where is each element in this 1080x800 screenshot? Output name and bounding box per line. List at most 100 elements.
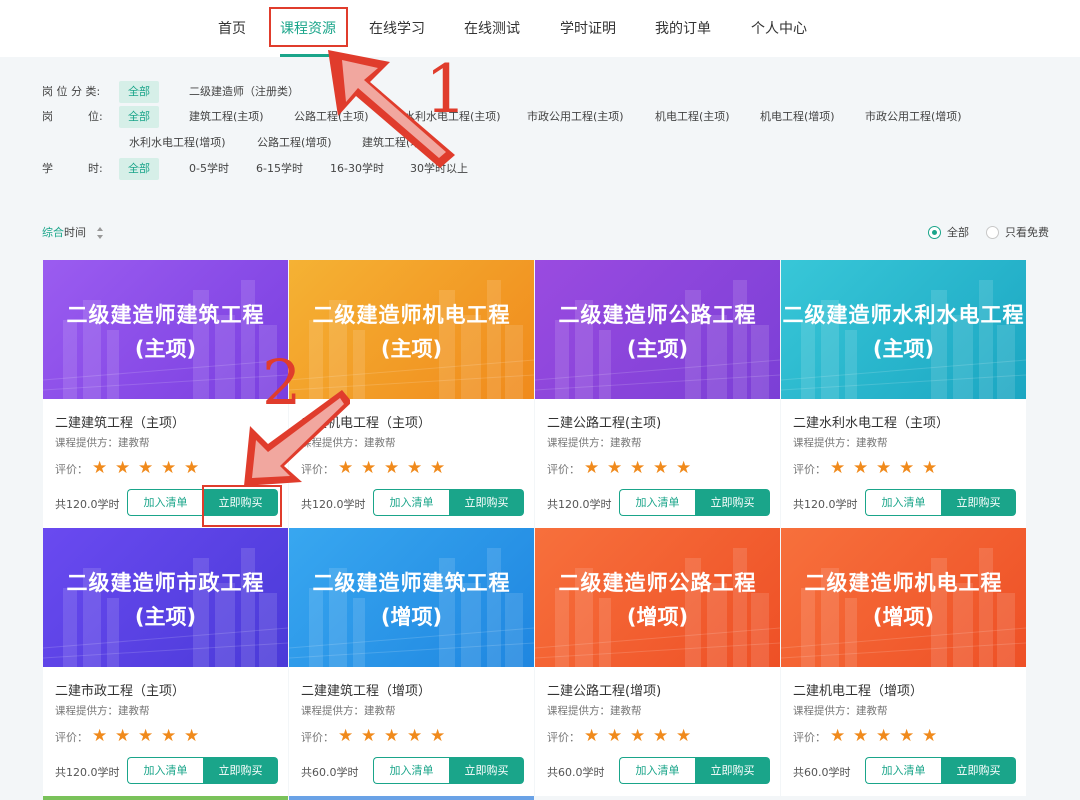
course-name[interactable]: 二建水利水电工程（主项）: [793, 412, 949, 431]
star-icon: ★: [407, 726, 423, 746]
filter-position-option[interactable]: 机电工程(主项): [655, 106, 730, 128]
add-to-list-button[interactable]: 加入清单: [127, 757, 203, 784]
star-icon: ★: [630, 458, 646, 478]
radio-selected-icon[interactable]: [928, 226, 941, 239]
course-card[interactable]: 二级建造师水利水电工程 (主项) 二建水利水电工程（主项） 课程提供方：建教帮 …: [781, 260, 1026, 528]
buy-now-button[interactable]: 立即购买: [941, 489, 1016, 516]
add-to-list-button[interactable]: 加入清单: [865, 757, 941, 784]
star-icon: ★: [138, 458, 154, 478]
course-name[interactable]: 二建公路工程(主项): [547, 412, 661, 431]
star-icon: ★: [430, 726, 446, 746]
nav-my-orders[interactable]: 我的订单: [655, 19, 711, 39]
nav-online-learning[interactable]: 在线学习: [369, 19, 425, 39]
provider-prefix: 课程提供方：: [55, 437, 118, 449]
course-banner[interactable]: 二级建造师建筑工程 (主项): [43, 260, 288, 399]
nav-personal-center[interactable]: 个人中心: [751, 19, 807, 39]
add-to-list-button[interactable]: 加入清单: [619, 757, 695, 784]
buy-now-button[interactable]: 立即购买: [449, 757, 524, 784]
filter-position-option[interactable]: 水利水电工程(增项): [129, 132, 226, 154]
filter-hours-all[interactable]: 全部: [119, 158, 159, 180]
filter-hours-label: 学 时:: [42, 162, 103, 175]
buy-now-button[interactable]: 立即购买: [203, 757, 278, 784]
banner-title: 二级建造师建筑工程: [66, 303, 265, 327]
star-icon: ★: [92, 726, 108, 746]
star-icon: ★: [361, 726, 377, 746]
add-to-list-button[interactable]: 加入清单: [619, 489, 695, 516]
nav-hours-certificate[interactable]: 学时证明: [560, 19, 616, 39]
filter-position-option[interactable]: 机电工程(增项): [760, 106, 835, 128]
rating-label: 评价：: [547, 463, 580, 476]
provider-prefix: 课程提供方：: [793, 437, 856, 449]
banner-subtitle: (主项): [134, 605, 197, 629]
course-banner[interactable]: 二级建造师水利水电工程 (主项): [781, 260, 1026, 399]
course-banner[interactable]: 二级建造师机电工程 (增项): [781, 528, 1026, 667]
filter-hours-option[interactable]: 6-15学时: [256, 158, 303, 180]
course-card[interactable]: 二级建造师公路工程 (增项) 二建公路工程(增项) 课程提供方：建教帮 评价： …: [535, 528, 780, 796]
course-name[interactable]: 二建建筑工程（主项）: [55, 412, 185, 431]
banner-title: 二级建造师公路工程: [558, 303, 757, 327]
filter-position-option[interactable]: 市政公用工程(增项): [865, 106, 962, 128]
star-icon: ★: [676, 458, 692, 478]
filter-category-all[interactable]: 全部: [119, 81, 159, 103]
star-icon: ★: [407, 458, 423, 478]
add-to-list-button[interactable]: 加入清单: [373, 757, 449, 784]
course-hours: 共60.0学时: [301, 766, 359, 779]
star-icon: ★: [430, 458, 446, 478]
course-card[interactable]: 二级建造师公路工程 (主项) 二建公路工程(主项) 课程提供方：建教帮 评价： …: [535, 260, 780, 528]
top-nav: 首页 课程资源 在线学习 在线测试 学时证明 我的订单 个人中心: [0, 0, 1080, 57]
provider-name: 建教帮: [364, 705, 396, 717]
banner-subtitle: (增项): [380, 605, 443, 629]
radio-unselected-icon[interactable]: [986, 226, 999, 239]
course-name[interactable]: 二建市政工程（主项）: [55, 680, 185, 699]
buy-now-button[interactable]: 立即购买: [941, 757, 1016, 784]
course-hours: 共120.0学时: [301, 498, 366, 511]
course-card[interactable]: 二级建造师机电工程 (增项) 二建机电工程（增项） 课程提供方：建教帮 评价： …: [781, 528, 1026, 796]
filter-position-all[interactable]: 全部: [119, 106, 159, 128]
filter-position-option[interactable]: 市政公用工程(主项): [527, 106, 624, 128]
star-icon: ★: [853, 726, 869, 746]
course-banner[interactable]: 二级建造师市政工程 (主项): [43, 528, 288, 667]
rating-label: 评价：: [547, 731, 580, 744]
add-to-list-button[interactable]: 加入清单: [373, 489, 449, 516]
buy-now-button[interactable]: 立即购买: [695, 757, 770, 784]
course-banner[interactable]: 二级建造师公路工程 (增项): [535, 528, 780, 667]
buy-now-button[interactable]: 立即购买: [695, 489, 770, 516]
course-hours: 共60.0学时: [793, 766, 851, 779]
course-provider: 课程提供方：建教帮: [55, 435, 150, 450]
add-to-list-button[interactable]: 加入清单: [865, 489, 941, 516]
sort-time[interactable]: 时间: [64, 226, 86, 239]
star-icon: ★: [92, 458, 108, 478]
course-name[interactable]: 二建公路工程(增项): [547, 680, 661, 699]
star-icon: ★: [138, 726, 154, 746]
buy-now-button[interactable]: 立即购买: [449, 489, 524, 516]
course-name[interactable]: 二建机电工程（增项）: [793, 680, 923, 699]
course-provider: 课程提供方：建教帮: [793, 703, 888, 718]
buy-highlight-box: [202, 485, 282, 527]
filter-category-option[interactable]: 二级建造师（注册类）: [189, 81, 299, 103]
nav-online-test[interactable]: 在线测试: [464, 19, 520, 39]
filter-position-option[interactable]: 建筑工程(主项): [189, 106, 264, 128]
sort-comprehensive[interactable]: 综合: [42, 226, 64, 239]
provider-prefix: 课程提供方：: [793, 705, 856, 717]
sort-control[interactable]: 综合时间: [42, 224, 86, 242]
filter-hours-option[interactable]: 0-5学时: [189, 158, 229, 180]
rating-label: 评价：: [55, 731, 88, 744]
course-card[interactable]: 二级建造师建筑工程 (增项) 二建建筑工程（增项） 课程提供方：建教帮 评价： …: [289, 528, 534, 796]
star-icon: ★: [584, 458, 600, 478]
banner-subtitle: (主项): [380, 337, 443, 361]
course-name[interactable]: 二建建筑工程（增项）: [301, 680, 431, 699]
star-icon: ★: [830, 458, 846, 478]
banner-subtitle: (增项): [626, 605, 689, 629]
course-hours: 共120.0学时: [793, 498, 858, 511]
add-to-list-button[interactable]: 加入清单: [127, 489, 203, 516]
course-banner[interactable]: 二级建造师公路工程 (主项): [535, 260, 780, 399]
provider-name: 建教帮: [856, 705, 888, 717]
course-card[interactable]: 二级建造师市政工程 (主项) 二建市政工程（主项） 课程提供方：建教帮 评价： …: [43, 528, 288, 796]
nav-home[interactable]: 首页: [218, 19, 246, 39]
banner-subtitle: (主项): [626, 337, 689, 361]
course-banner[interactable]: 二级建造师建筑工程 (增项): [289, 528, 534, 667]
sort-arrows-icon[interactable]: [96, 224, 104, 242]
annotation-arrow-down-icon: [244, 390, 350, 486]
star-icon: ★: [584, 726, 600, 746]
course-banner[interactable]: 二级建造师机电工程 (主项): [289, 260, 534, 399]
